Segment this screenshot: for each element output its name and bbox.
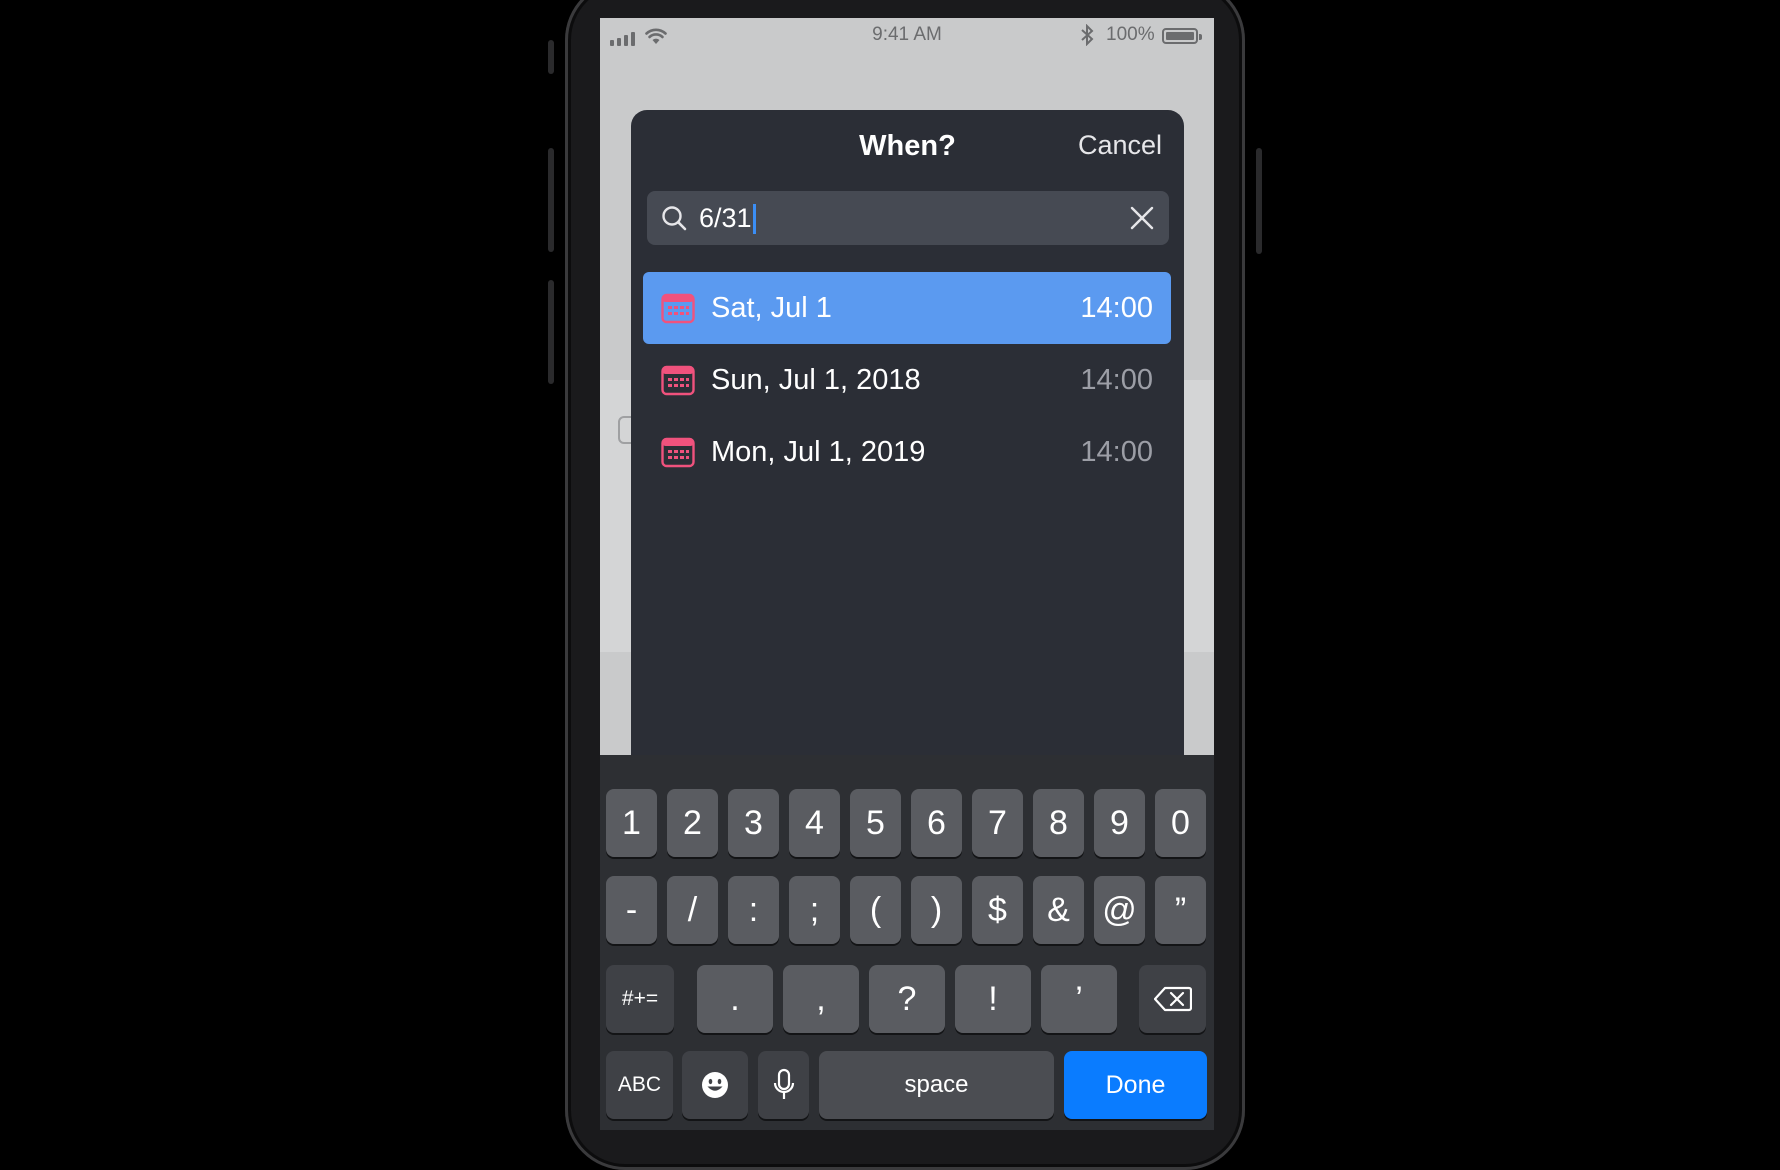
microphone-icon [773,1068,794,1099]
keyboard: 1 2 3 4 5 6 7 8 9 0 - / : ; ( ) $ & @ ” … [600,755,1214,1130]
cancel-button[interactable]: Cancel [1078,130,1162,161]
key-ampersand[interactable]: & [1033,876,1084,944]
text-cursor [752,203,756,234]
volume-up-button [548,148,554,252]
screen: 9:41 AM 100% When? Cancel 6/31 Sat, Jul … [600,18,1214,1130]
key-0[interactable]: 0 [1155,789,1206,857]
done-key[interactable]: Done [1064,1051,1207,1119]
search-field[interactable]: 6/31 [647,191,1169,245]
date-result-row[interactable]: Sun, Jul 1, 2018 14:00 [643,344,1171,416]
power-button [1256,148,1262,254]
key-2[interactable]: 2 [667,789,718,857]
volume-down-button [548,280,554,384]
key-comma[interactable]: , [783,965,859,1033]
key-hyphen[interactable]: - [606,876,657,944]
result-date: Sun, Jul 1, 2018 [711,363,921,396]
abc-key[interactable]: ABC [606,1051,673,1119]
calendar-icon [661,437,695,468]
battery-percent: 100% [1106,24,1155,45]
key-1[interactable]: 1 [606,789,657,857]
date-results-list: Sat, Jul 1 14:00 Sun, Jul 1, 2018 14:00 [643,272,1171,488]
result-time: 14:00 [1080,363,1153,396]
search-input[interactable]: 6/31 [699,203,756,234]
key-5[interactable]: 5 [850,789,901,857]
key-apostrophe[interactable]: ’ [1041,965,1117,1033]
key-slash[interactable]: / [667,876,718,944]
bluetooth-icon [1081,24,1094,46]
key-8[interactable]: 8 [1033,789,1084,857]
result-date: Mon, Jul 1, 2019 [711,435,926,468]
key-exclamation[interactable]: ! [955,965,1031,1033]
backspace-icon [1153,986,1192,1012]
emoji-key[interactable] [682,1051,748,1119]
key-period[interactable]: . [697,965,773,1033]
key-4[interactable]: 4 [789,789,840,857]
key-6[interactable]: 6 [911,789,962,857]
key-7[interactable]: 7 [972,789,1023,857]
key-question[interactable]: ? [869,965,945,1033]
battery-nub [1199,34,1202,40]
calendar-icon [661,365,695,396]
key-semicolon[interactable]: ; [789,876,840,944]
mute-switch [548,40,554,74]
battery-icon [1162,28,1198,44]
key-quote[interactable]: ” [1155,876,1206,944]
key-open-paren[interactable]: ( [850,876,901,944]
result-date: Sat, Jul 1 [711,291,832,324]
clear-icon[interactable] [1129,205,1155,231]
search-icon [662,206,687,231]
date-result-row[interactable]: Mon, Jul 1, 2019 14:00 [643,416,1171,488]
key-at[interactable]: @ [1094,876,1145,944]
dictation-key[interactable] [758,1051,809,1119]
key-close-paren[interactable]: ) [911,876,962,944]
date-result-row[interactable]: Sat, Jul 1 14:00 [643,272,1171,344]
result-time: 14:00 [1080,291,1153,324]
emoji-icon [702,1072,728,1098]
backspace-key[interactable] [1139,965,1206,1033]
space-key[interactable]: space [819,1051,1054,1119]
when-modal: When? Cancel 6/31 Sat, Jul 1 14:00 Sun, … [631,110,1184,790]
key-3[interactable]: 3 [728,789,779,857]
status-bar: 9:41 AM 100% [600,18,1214,54]
result-time: 14:00 [1080,435,1153,468]
key-more-symbols[interactable]: #+= [606,965,674,1033]
calendar-icon [661,293,695,324]
search-value: 6/31 [699,203,752,233]
key-dollar[interactable]: $ [972,876,1023,944]
key-colon[interactable]: : [728,876,779,944]
key-9[interactable]: 9 [1094,789,1145,857]
